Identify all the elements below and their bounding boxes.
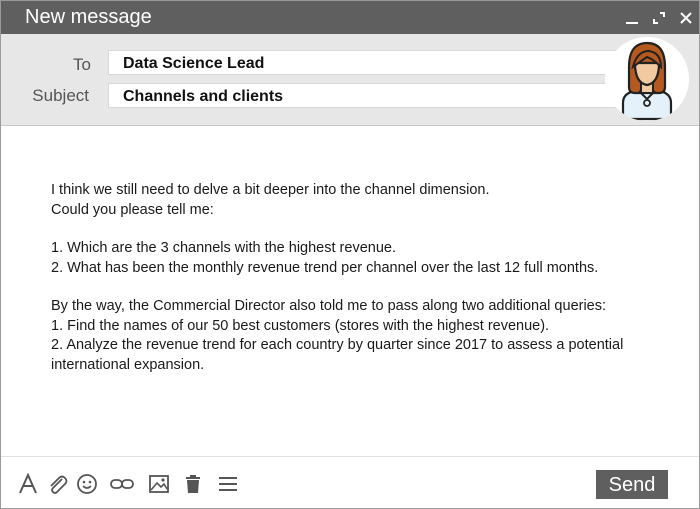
avatar (605, 37, 689, 121)
more-options-icon[interactable] (217, 471, 239, 497)
trash-icon[interactable] (184, 471, 202, 497)
body-line: 2. Analyze the revenue trend for each co… (51, 337, 624, 353)
body-line: 1. Which are the 3 channels with the hig… (51, 240, 396, 256)
send-button[interactable]: Send (596, 470, 668, 499)
text-format-icon[interactable] (17, 471, 39, 497)
subject-label: Subject (32, 86, 89, 105)
subject-field[interactable]: Channels and clients (108, 83, 628, 108)
minimize-icon[interactable] (621, 1, 643, 34)
recipient-avatar-icon (605, 37, 689, 121)
title-bar: New message (1, 1, 699, 34)
compose-window: New message To Data Science Lead Subject… (0, 0, 700, 509)
to-label: To (73, 55, 91, 74)
body-line: By the way, the Commercial Director also… (51, 298, 607, 314)
emoji-icon[interactable] (76, 471, 98, 497)
body-line: international expansion. (51, 356, 205, 373)
close-icon[interactable] (675, 1, 697, 34)
body-line: 1. Find the names of our 50 best custome… (51, 317, 550, 334)
toolbar-divider (1, 456, 699, 457)
window-title: New message (25, 6, 152, 28)
expand-icon[interactable] (648, 1, 670, 34)
body-line: 2. What has been the monthly revenue tre… (51, 259, 599, 276)
attachment-icon[interactable] (45, 471, 69, 497)
body-line: I think we still need to delve a bit dee… (51, 182, 490, 198)
to-field[interactable]: Data Science Lead (108, 50, 628, 75)
message-body[interactable]: I think we still need to delve a bit dee… (51, 181, 671, 375)
image-icon[interactable] (148, 471, 170, 497)
message-header: To Data Science Lead Subject Channels an… (1, 34, 699, 126)
body-line: Could you please tell me: (51, 201, 214, 218)
link-icon[interactable] (109, 471, 135, 497)
